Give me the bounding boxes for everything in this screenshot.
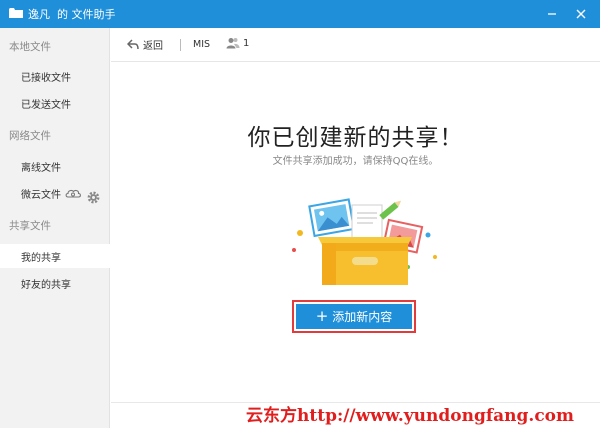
- sidebar-item-received-files[interactable]: 已接收文件: [0, 64, 110, 88]
- sidebar-item-label: 离线文件: [21, 162, 61, 174]
- section-title-network-files: 网络文件: [9, 130, 51, 142]
- share-name: MIS: [193, 39, 211, 50]
- sidebar-item-label: 已发送文件: [21, 99, 71, 111]
- toolbar-divider: [180, 39, 181, 51]
- close-button[interactable]: [567, 0, 595, 28]
- sidebar-item-label: 已接收文件: [21, 72, 71, 84]
- back-arrow-icon: [127, 39, 139, 50]
- sidebar-item-my-shares[interactable]: 我的共享: [0, 244, 110, 268]
- members-button[interactable]: 1: [226, 37, 249, 49]
- sidebar-item-offline-files[interactable]: 离线文件: [0, 154, 110, 178]
- toolbar: 返回 MIS 1: [111, 28, 600, 62]
- sidebar-item-friend-shares[interactable]: 好友的共享: [0, 271, 110, 295]
- sidebar: 本地文件 已接收文件 已发送文件 网络文件 离线文件 微云文件 共享文件 我的共…: [0, 28, 110, 428]
- page-subtitle: 文件共享添加成功，请保持QQ在线。: [272, 156, 439, 167]
- add-new-content-button[interactable]: + 添加新内容: [296, 304, 412, 329]
- plus-icon: +: [315, 307, 329, 325]
- add-button-label: 添加新内容: [332, 310, 393, 324]
- watermark-text: 云东方http://www.yundongfang.com: [246, 406, 574, 426]
- back-button[interactable]: 返回: [127, 37, 163, 52]
- folder-icon: [9, 8, 23, 18]
- page-title: 你已创建新的共享！: [247, 125, 464, 151]
- window-title: 逸凡 的 文件助手: [28, 8, 116, 21]
- gear-icon[interactable]: [86, 190, 101, 205]
- title-bar: 逸凡 的 文件助手: [0, 0, 600, 28]
- sidebar-item-sent-files[interactable]: 已发送文件: [0, 91, 110, 115]
- sidebar-item-label: 我的共享: [21, 252, 61, 264]
- sidebar-item-label: 好友的共享: [21, 279, 71, 291]
- weiyun-cloud-icon: [65, 189, 81, 198]
- member-count: 1: [243, 37, 250, 49]
- minimize-icon: [548, 13, 556, 15]
- minimize-button[interactable]: [538, 0, 566, 28]
- section-title-local-files: 本地文件: [9, 41, 51, 53]
- section-title-shared-files: 共享文件: [9, 220, 51, 232]
- add-button-highlight: + 添加新内容: [292, 300, 416, 333]
- close-icon: [576, 9, 586, 19]
- sidebar-item-label: 微云文件: [21, 189, 61, 201]
- members-icon: [226, 38, 240, 49]
- back-label: 返回: [143, 41, 163, 52]
- shared-box-illustration: [292, 198, 437, 285]
